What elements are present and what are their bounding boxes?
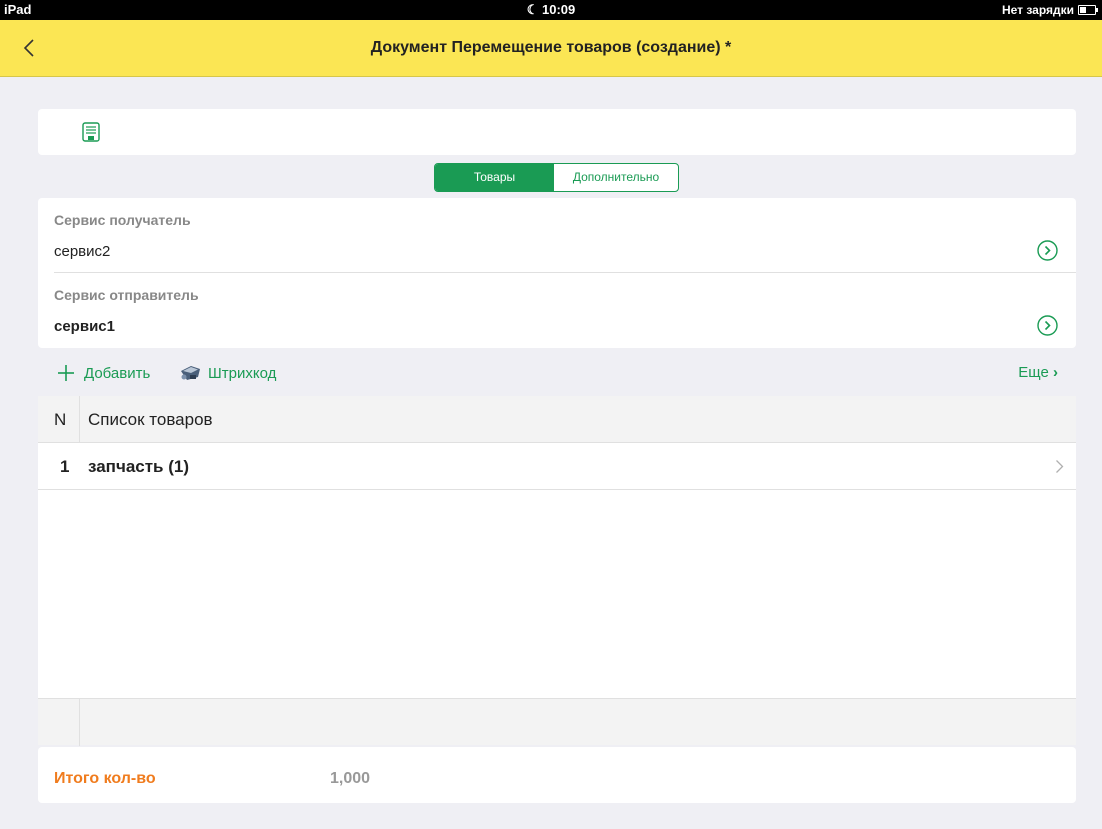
service-fields: Сервис получатель сервис2 Сервис отправи…	[38, 198, 1076, 348]
moon-icon: ☾	[526, 2, 543, 17]
total-label: Итого кол-во	[54, 770, 156, 787]
chevron-right-icon	[1056, 460, 1064, 473]
tab-switcher: Товары Дополнительно	[434, 163, 679, 192]
tab-goods[interactable]: Товары	[435, 164, 554, 191]
column-header-n: N	[54, 410, 67, 429]
table-actions: Добавить Штрихкод Еще ›	[38, 360, 1076, 388]
tab-additional[interactable]: Дополнительно	[554, 164, 678, 191]
command-bar	[38, 109, 1076, 155]
row-item-name: запчасть (1)	[88, 457, 190, 476]
total-panel: Итого кол-во 1,000	[38, 747, 1076, 803]
clock-time: 10:09	[542, 2, 576, 17]
page-title: Документ Перемещение товаров (создание) …	[370, 39, 732, 56]
table-footer	[38, 698, 1076, 746]
nav-bar: Документ Перемещение товаров (создание) …	[0, 20, 1102, 77]
plus-icon	[58, 365, 74, 381]
battery-icon	[1078, 5, 1098, 15]
add-button-label: Добавить	[84, 365, 151, 382]
status-bar: iPad ☾ 10:09 Нет зарядки	[0, 0, 1102, 20]
column-header-goods: Список товаров	[88, 410, 213, 429]
sender-value: сервис1	[54, 318, 115, 335]
go-arrow-icon[interactable]	[1037, 240, 1058, 261]
chevron-right-icon: ›	[1053, 364, 1058, 381]
barcode-scanner-icon	[181, 366, 200, 380]
recipient-field[interactable]: Сервис получатель сервис2	[38, 198, 1076, 273]
barcode-button-label: Штрихкод	[208, 365, 277, 382]
save-icon[interactable]	[82, 122, 100, 142]
go-arrow-icon[interactable]	[1037, 315, 1058, 336]
table-header: N Список товаров	[38, 396, 1076, 443]
recipient-label: Сервис получатель	[54, 212, 191, 228]
recipient-value: сервис2	[54, 243, 111, 260]
more-button[interactable]: Еще ›	[1018, 364, 1058, 381]
goods-table: N Список товаров 1 запчасть (1)	[38, 396, 1076, 746]
battery-status-text: Нет зарядки	[1001, 3, 1074, 17]
clock: ☾ 10:09	[0, 2, 1102, 18]
table-row[interactable]: 1 запчасть (1)	[38, 444, 1076, 490]
column-divider	[79, 396, 80, 443]
row-number: 1	[60, 457, 70, 476]
column-divider	[79, 699, 80, 746]
sender-label: Сервис отправитель	[54, 287, 199, 303]
total-value: 1,000	[330, 770, 371, 787]
sender-field[interactable]: Сервис отправитель сервис1	[38, 273, 1076, 348]
more-button-label: Еще	[1018, 364, 1049, 381]
